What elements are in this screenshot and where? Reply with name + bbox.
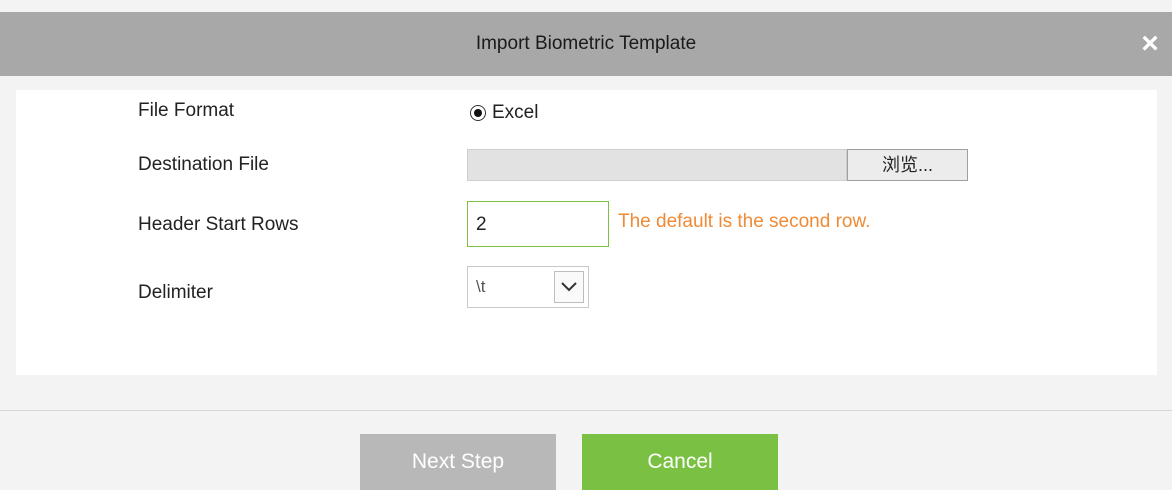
file-format-label: File Format xyxy=(138,100,235,121)
destination-file-label: Destination File xyxy=(138,154,269,175)
form-panel: File Format Excel Destination File 浏览...… xyxy=(16,90,1157,375)
header-start-rows-hint: The default is the second row. xyxy=(618,211,871,232)
cancel-button[interactable]: Cancel xyxy=(582,434,778,490)
dialog-titlebar: Import Biometric Template × xyxy=(0,12,1172,76)
next-step-button[interactable]: Next Step xyxy=(360,434,556,490)
destination-file-field[interactable] xyxy=(467,149,847,181)
radio-checked-icon[interactable] xyxy=(470,105,486,121)
close-icon[interactable]: × xyxy=(1138,29,1162,59)
dialog-title: Import Biometric Template xyxy=(475,33,697,54)
chevron-down-icon[interactable] xyxy=(554,271,584,303)
header-start-rows-label: Header Start Rows xyxy=(138,214,299,235)
header-start-rows-input[interactable]: 2 xyxy=(467,201,609,247)
file-format-radio-excel[interactable]: Excel xyxy=(470,101,538,125)
file-format-option-label: Excel xyxy=(492,102,539,123)
delimiter-label: Delimiter xyxy=(138,282,213,303)
delimiter-select[interactable]: \t xyxy=(467,266,589,308)
footer-divider xyxy=(0,410,1172,411)
delimiter-selected-value: \t xyxy=(476,277,486,296)
import-biometric-template-dialog: Import Biometric Template × File Format … xyxy=(0,0,1172,490)
browse-button[interactable]: 浏览... xyxy=(847,149,968,181)
